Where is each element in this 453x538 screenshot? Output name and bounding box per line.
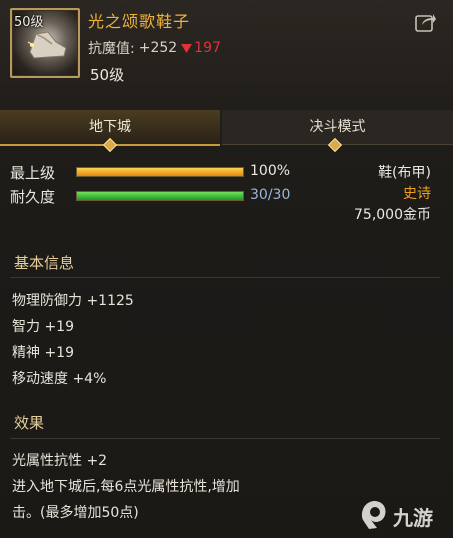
basic-info-line: 物理防御力 +1125 [12,293,134,309]
item-name: 光之颂歌鞋子 [88,12,191,31]
effect-line: 光属性抗性 +2 [12,453,108,469]
resist-label: 抗魔值: [88,41,135,57]
basic-info-line: 精神 +19 [12,345,74,361]
item-slot: 鞋(布甲) [378,165,431,181]
resist-row: 抗魔值: +252 197 [88,38,221,58]
durability-bar-fill [77,192,243,200]
divider [10,277,440,278]
item-tooltip-panel: 50级 光之颂歌鞋子 抗魔值: +252 197 50级 地下城 决斗模式 最上… [0,0,453,538]
shoe-icon [27,31,67,59]
watermark-logo: 九游 [357,498,441,532]
durability-value: 30/30 [250,187,291,203]
durability-bar [76,191,244,201]
item-rarity: 史诗 [403,186,431,202]
effect-line: 击。(最多增加50点) [12,505,139,521]
mode-tabs: 地下城 决斗模式 [0,110,453,146]
basic-info-title: 基本信息 [14,254,75,272]
down-arrow-icon [181,43,193,53]
resist-down: 197 [181,40,221,56]
share-icon[interactable] [415,12,437,32]
basic-info-line: 智力 +19 [12,319,74,335]
watermark-text: 九游 [393,506,433,530]
item-icon-frame[interactable]: 50级 [10,8,80,78]
required-level: 50级 [90,66,125,84]
item-header: 50级 光之颂歌鞋子 抗魔值: +252 197 50级 [0,0,453,100]
resist-down-value: 197 [194,40,221,56]
durability-label: 耐久度 [10,188,56,206]
effect-line: 进入地下城后,每6点光属性抗性,增加 [12,479,240,495]
nine-game-logo-icon [361,501,386,529]
max-level-bar-fill [77,168,243,176]
max-level-bar [76,167,244,177]
item-price: 75,000金币 [354,207,431,223]
basic-info-line: 移动速度 +4% [12,371,107,387]
divider [10,438,440,439]
resist-up-value: +252 [138,40,178,56]
max-level-label: 最上级 [10,164,56,182]
effects-title: 效果 [14,414,45,432]
max-level-value: 100% [250,163,291,179]
